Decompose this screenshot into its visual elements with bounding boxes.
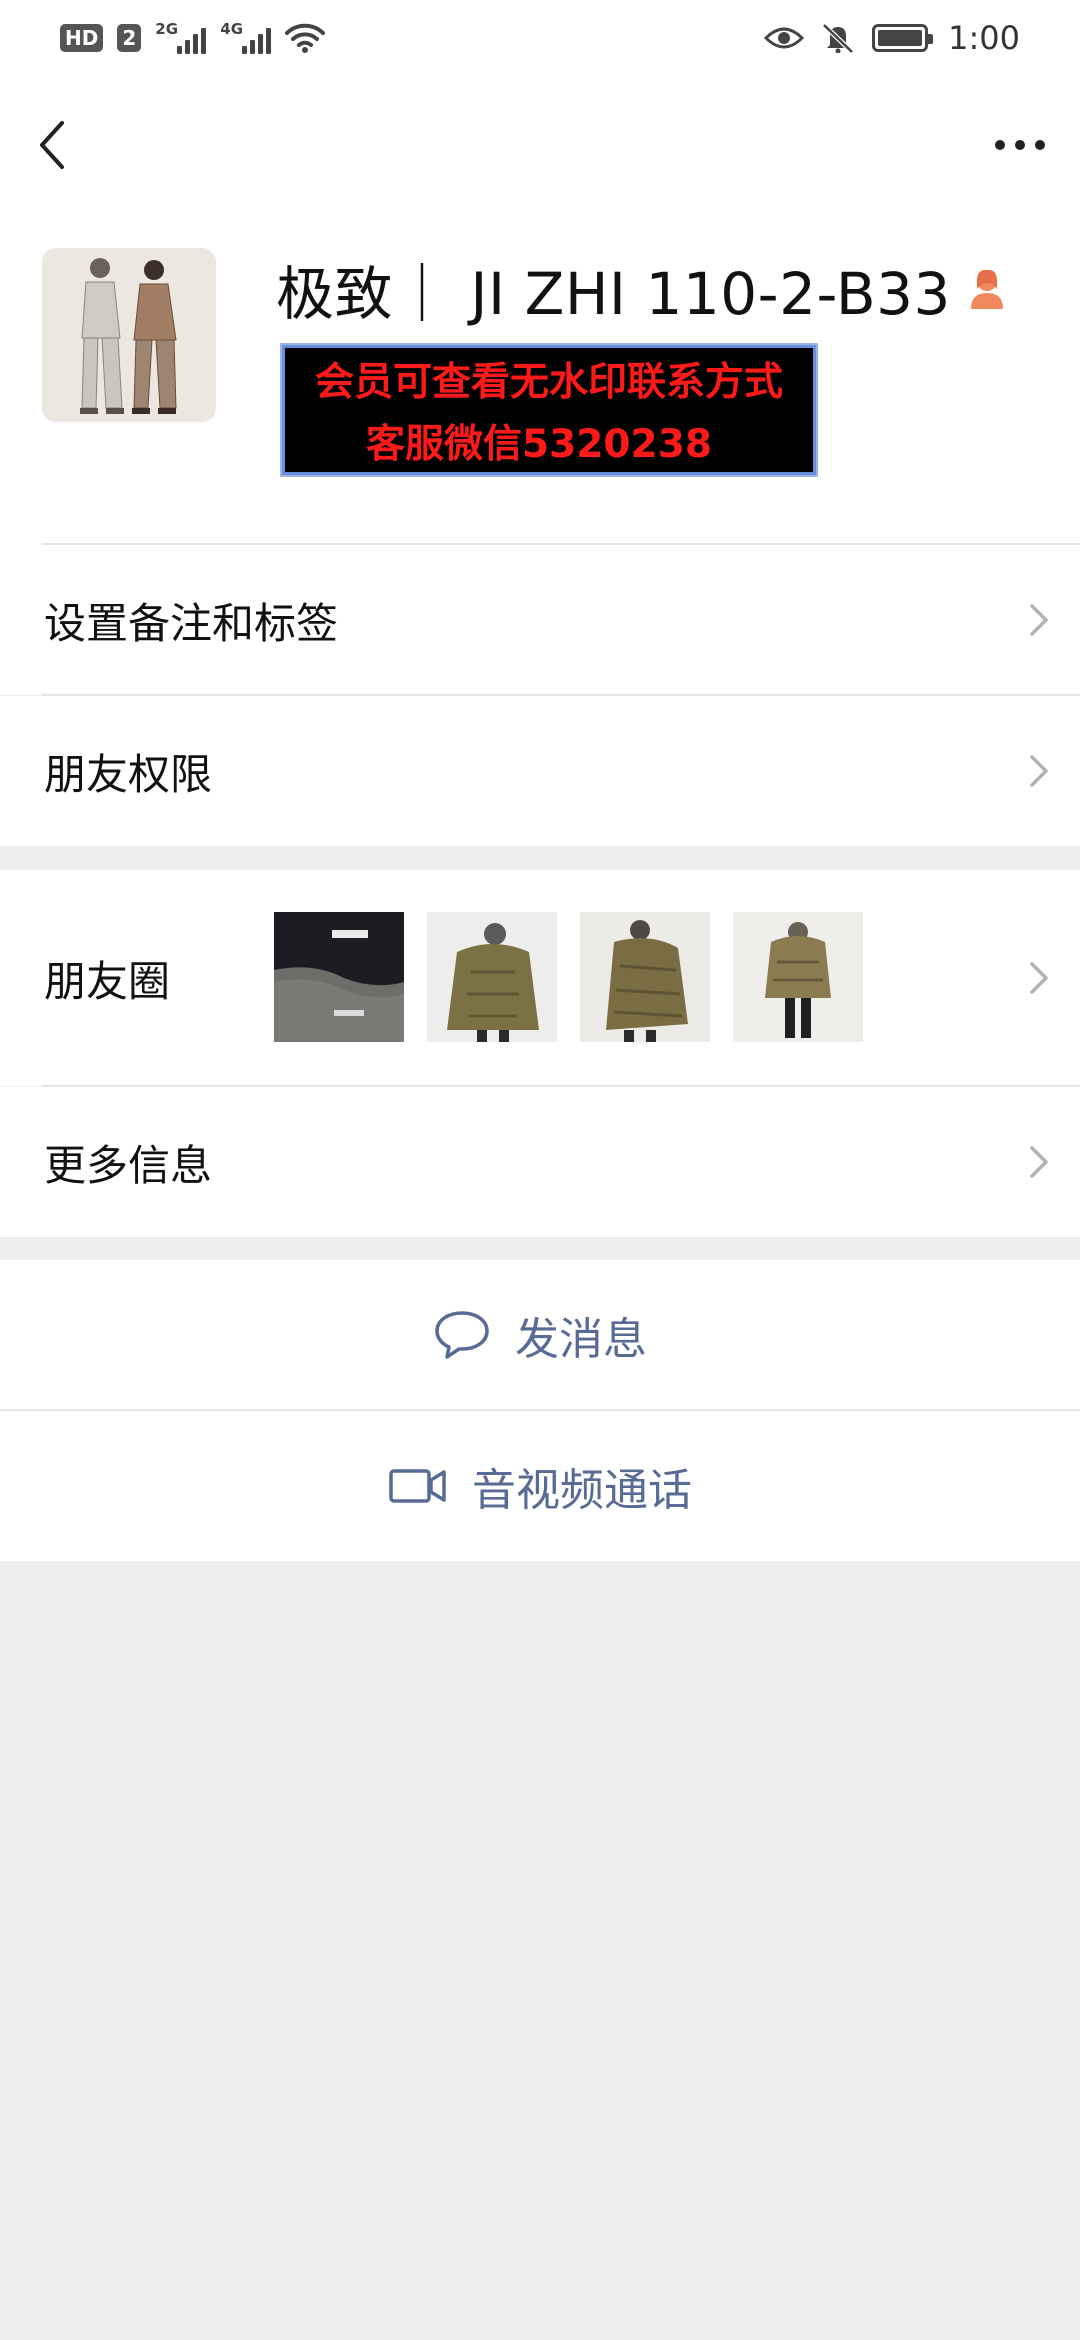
cell-permissions-label: 朋友权限 — [44, 749, 213, 799]
cell-more-info-label: 更多信息 — [44, 1140, 213, 1190]
status-right: 1:00 — [764, 19, 1020, 57]
watermark-line-2: 客服微信5320238 — [366, 422, 712, 467]
battery-level — [878, 29, 923, 46]
chat-bubble-icon — [435, 1311, 489, 1359]
hd-badge: HD — [60, 23, 104, 52]
watermark-overlay: 会员可查看无水印联系方式 客服微信5320238 — [280, 343, 818, 477]
signal-4g-icon: 4G — [220, 19, 272, 54]
chevron-right-icon — [1030, 1146, 1048, 1178]
nav-bar — [0, 75, 1080, 205]
sim-badge: 2 — [117, 23, 142, 52]
moments-thumbnail — [580, 912, 710, 1042]
user-female-icon — [970, 269, 1003, 309]
cell-friend-permissions[interactable]: 朋友权限 — [0, 696, 1080, 846]
send-message-button[interactable]: 发消息 — [0, 1260, 1080, 1410]
send-message-label: 发消息 — [515, 1314, 647, 1365]
chevron-left-icon[interactable] — [32, 115, 72, 175]
profile-header: 极致｜ JI ZHI 110-2-B33 会员可查看无水印联系方式 客服微信53… — [0, 205, 1080, 545]
contact-name: 极致｜ JI ZHI 110-2-B33 — [276, 260, 951, 328]
contact-profile-page: HD 2 2G 4G 1:00 极致｜ JI ZHI 110-2-B33 会员可… — [0, 0, 1080, 2340]
chevron-right-icon — [1030, 604, 1048, 636]
battery-icon — [872, 23, 934, 52]
moments-thumbnail — [274, 912, 404, 1042]
network-4g-label: 4G — [220, 19, 244, 38]
watermark-line-1: 会员可查看无水印联系方式 — [314, 360, 783, 405]
moments-thumbnails — [274, 912, 863, 1042]
video-call-button[interactable]: 音视频通话 — [0, 1411, 1080, 1561]
name-row: 极致｜ JI ZHI 110-2-B33 — [276, 247, 1009, 331]
avatar[interactable] — [42, 248, 216, 422]
chevron-right-icon — [1030, 962, 1048, 994]
cell-moments-label: 朋友圈 — [44, 956, 171, 1006]
video-camera-icon — [389, 1469, 446, 1503]
chevron-right-icon — [1030, 755, 1048, 787]
clock: 1:00 — [948, 18, 1020, 57]
signal-2g-icon: 2G — [155, 19, 207, 54]
bell-muted-icon — [822, 22, 854, 53]
video-call-label: 音视频通话 — [472, 1465, 692, 1516]
cell-more-info[interactable]: 更多信息 — [0, 1087, 1080, 1237]
eye-icon — [764, 27, 805, 48]
network-2g-label: 2G — [155, 19, 179, 38]
cell-remark-label: 设置备注和标签 — [44, 598, 339, 648]
more-dots-icon[interactable] — [990, 125, 1050, 165]
wifi-icon — [285, 23, 326, 53]
moments-thumbnail — [427, 912, 557, 1042]
avatar-fashion-illustration — [42, 248, 216, 422]
moments-thumbnail — [733, 912, 863, 1042]
status-left: HD 2 2G 4G — [60, 19, 326, 54]
status-bar: HD 2 2G 4G 1:00 — [0, 0, 1080, 75]
cell-remark-tags[interactable]: 设置备注和标签 — [0, 545, 1080, 695]
cell-moments[interactable]: 朋友圈 — [0, 870, 1080, 1086]
